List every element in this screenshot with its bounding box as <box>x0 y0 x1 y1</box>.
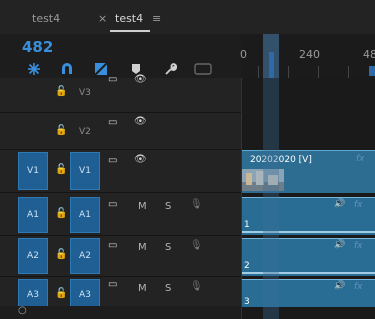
mute-button[interactable]: M <box>138 201 147 212</box>
lock-icon[interactable]: 🔓 <box>55 125 67 136</box>
ruler-tick <box>258 66 259 78</box>
captions-icon[interactable] <box>194 61 212 77</box>
track-row-v2: 🔓 V2 ▭ 👁 <box>0 113 241 150</box>
sync-lock-icon[interactable]: ▭ <box>108 117 117 128</box>
zoom-handle-icon[interactable]: ○ <box>18 305 27 316</box>
close-icon[interactable]: × <box>98 12 107 25</box>
panel-menu-icon[interactable]: ≡ <box>152 12 161 25</box>
clip-number: 3 <box>244 297 250 307</box>
eye-icon[interactable]: 👁 <box>134 116 147 127</box>
solo-button[interactable]: S <box>165 242 171 253</box>
track-row-v1: V1 🔓 V1 ▭ 👁 <box>0 150 241 193</box>
audio-keyframe-icon: 🔊 <box>334 281 346 291</box>
waveform <box>242 272 375 274</box>
eye-icon[interactable]: 👁 <box>134 74 147 85</box>
track-row-v3: 🔓 V3 ▭ 👁 <box>0 74 241 113</box>
snap-magnet-icon[interactable] <box>59 61 75 77</box>
lock-icon[interactable]: 🔓 <box>55 249 67 260</box>
ruler-label: 48 <box>363 48 375 61</box>
voiceover-mic-icon[interactable]: 🎙 <box>190 240 203 251</box>
ruler-label: 240 <box>299 48 320 61</box>
clip-number: 2 <box>244 261 250 271</box>
ruler-label: 0 <box>240 48 247 61</box>
out-point-marker[interactable] <box>369 66 375 76</box>
track-label: V3 <box>79 88 91 98</box>
audio-clip[interactable]: 🔊 fx 2 <box>242 238 375 276</box>
lock-icon[interactable]: 🔓 <box>55 208 67 219</box>
sync-lock-icon[interactable]: ▭ <box>108 240 117 251</box>
voiceover-mic-icon[interactable]: 🎙 <box>190 199 203 210</box>
mute-button[interactable]: M <box>138 283 147 294</box>
clip-number: 1 <box>244 220 250 230</box>
lock-icon[interactable]: 🔓 <box>55 164 67 175</box>
zoom-scrollbar[interactable]: ○ <box>0 305 241 319</box>
tab-test4-active[interactable]: test4 <box>115 12 143 25</box>
sync-lock-icon[interactable]: ▭ <box>108 199 117 210</box>
track-target-a2[interactable]: A2 <box>70 238 100 274</box>
playhead-handle[interactable] <box>269 52 274 78</box>
audio-clip[interactable]: 🔊 fx 1 <box>242 197 375 235</box>
track-row-a1: A1 🔓 A1 ▭ M S 🎙 <box>0 195 241 236</box>
sync-lock-icon[interactable]: ▭ <box>108 279 117 290</box>
linked-selection-icon[interactable] <box>93 61 109 77</box>
audio-clip[interactable]: 🔊 fx 3 <box>242 279 375 307</box>
video-clip[interactable]: 20202020 [V] fx <box>242 150 375 193</box>
source-patch-v1[interactable]: V1 <box>18 152 48 190</box>
ruler-tick <box>288 66 289 78</box>
track-target-v1[interactable]: V1 <box>70 152 100 190</box>
track-target-a1[interactable]: A1 <box>70 197 100 233</box>
fx-badge: fx <box>354 282 363 292</box>
waveform <box>242 231 375 233</box>
fx-badge: fx <box>356 154 365 164</box>
solo-button[interactable]: S <box>165 283 171 294</box>
track-label: V2 <box>79 127 91 137</box>
wrench-settings-icon[interactable] <box>162 61 178 77</box>
ruler-tick <box>348 66 349 78</box>
clip-title: 20202020 [V] <box>250 155 312 165</box>
track-row-a2: A2 🔓 A2 ▭ M S 🎙 <box>0 236 241 277</box>
lock-icon[interactable]: 🔓 <box>55 86 67 97</box>
ruler-tick <box>318 66 319 78</box>
sync-lock-icon[interactable]: ▭ <box>108 74 117 85</box>
insert-nest-icon[interactable] <box>26 61 42 77</box>
solo-button[interactable]: S <box>165 201 171 212</box>
tab-test4-inactive[interactable]: test4 <box>32 12 60 25</box>
active-tab-indicator <box>110 30 150 32</box>
source-patch-a2[interactable]: A2 <box>18 238 48 274</box>
sync-lock-icon[interactable]: ▭ <box>108 155 117 166</box>
fx-badge: fx <box>354 241 363 251</box>
eye-icon[interactable]: 👁 <box>134 154 147 165</box>
mute-button[interactable]: M <box>138 242 147 253</box>
audio-keyframe-icon: 🔊 <box>334 240 346 250</box>
voiceover-mic-icon[interactable]: 🎙 <box>190 281 203 292</box>
lock-icon[interactable]: 🔓 <box>55 288 67 299</box>
fx-badge: fx <box>354 200 363 210</box>
source-patch-a1[interactable]: A1 <box>18 197 48 233</box>
timecode-display[interactable]: 482 <box>22 38 53 56</box>
track-headers: 🔓 V3 ▭ 👁 🔓 V2 ▭ 👁 V1 🔓 V1 ▭ 👁 A1 🔓 A1 ▭ … <box>0 74 241 319</box>
audio-keyframe-icon: 🔊 <box>334 199 346 209</box>
playhead-line <box>263 78 279 319</box>
